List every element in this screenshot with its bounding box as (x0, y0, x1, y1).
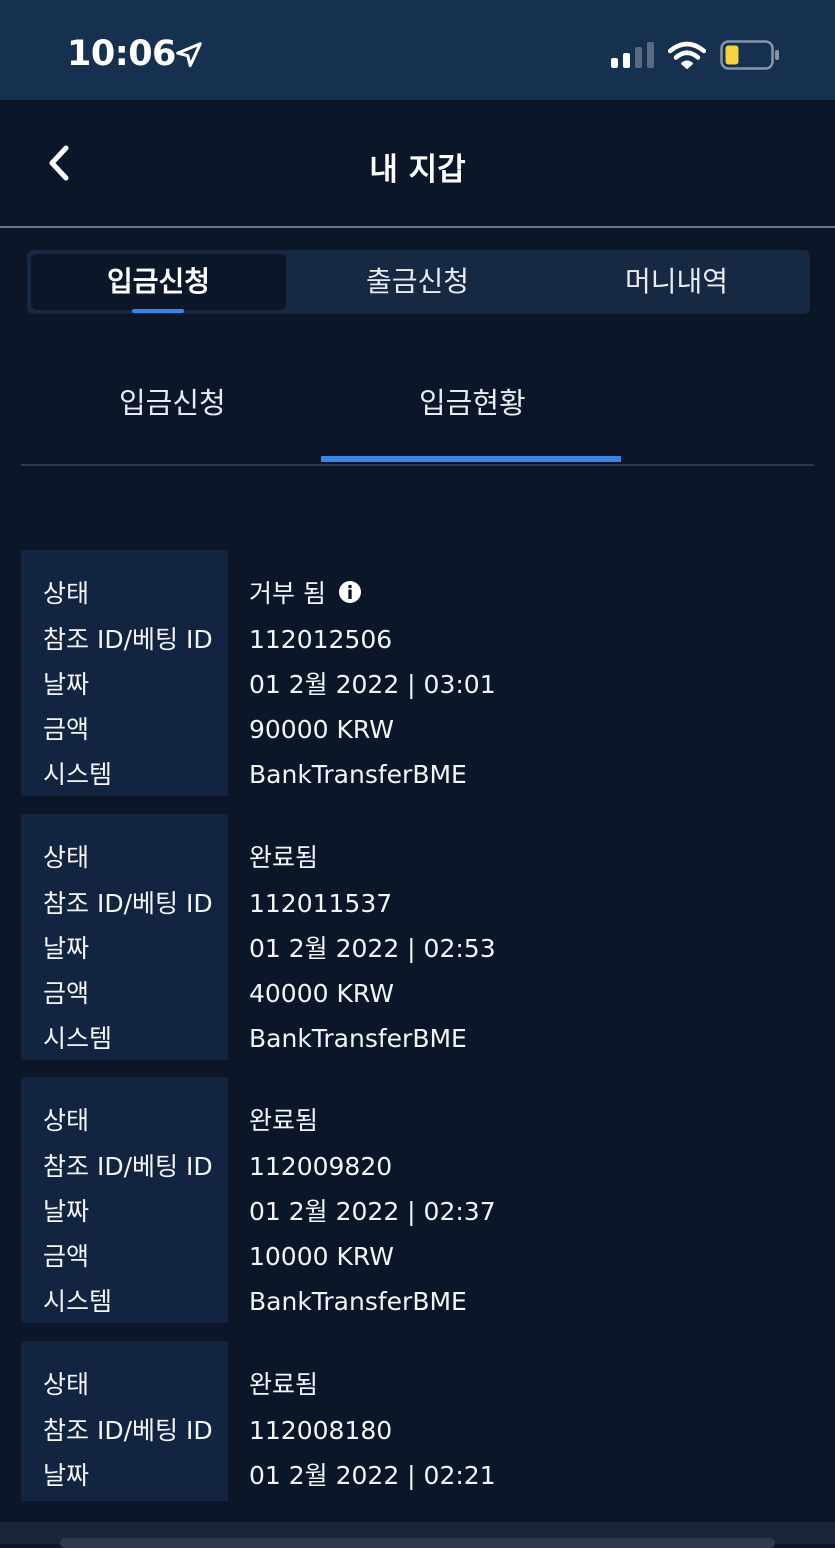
status-label: 상태 (43, 1106, 90, 1135)
cellular-signal-icon (611, 42, 654, 68)
ref-id-value: 112011537 (249, 889, 393, 918)
system-label: 시스템 (43, 760, 113, 789)
system-label: 시스템 (43, 1024, 113, 1053)
deposit-record: 상태 참조 ID/베팅 ID 날짜 금액 시스템 거부 됨 112012506 … (21, 550, 814, 796)
amount-label: 금액 (43, 1242, 90, 1271)
active-tab-underline (132, 309, 184, 313)
wifi-icon (668, 41, 706, 69)
subtab-deposit-status[interactable]: 입금현황 (419, 380, 526, 422)
status-value: 완료됨 (249, 1370, 319, 1399)
status-label: 상태 (43, 579, 90, 608)
date-label: 날짜 (43, 1461, 90, 1490)
status-label: 상태 (43, 1370, 90, 1399)
nav-bar: 내 지갑 (0, 100, 835, 228)
status-bar: 10:06 (0, 0, 835, 100)
ref-id-label: 참조 ID/베팅 ID (43, 625, 213, 654)
status-value: 완료됨 (249, 1106, 319, 1135)
system-value: BankTransferBME (249, 1287, 467, 1316)
subtab-deposit-request[interactable]: 입금신청 (119, 380, 226, 422)
date-value: 01 2월 2022 | 02:53 (249, 934, 496, 963)
status-value: 거부 됨 (249, 579, 326, 608)
info-icon[interactable] (338, 580, 362, 604)
date-value: 01 2월 2022 | 02:37 (249, 1197, 496, 1226)
ref-id-value: 112009820 (249, 1152, 393, 1181)
location-arrow-icon (176, 42, 202, 68)
tab-withdraw-request[interactable]: 출금신청 (290, 254, 545, 310)
tab-label: 출금신청 (365, 265, 470, 298)
page-title: 내 지갑 (369, 152, 466, 188)
wallet-tabs: 입금신청 출금신청 머니내역 (27, 250, 810, 314)
amount-label: 금액 (43, 979, 90, 1008)
date-label: 날짜 (43, 670, 90, 699)
amount-value: 10000 KRW (249, 1242, 394, 1271)
ref-id-value: 112012506 (249, 625, 393, 654)
tab-label: 입금신청 (106, 265, 211, 298)
status-value: 완료됨 (249, 843, 319, 872)
deposit-subtabs: 입금신청 입금현황 (21, 360, 814, 466)
date-value: 01 2월 2022 | 02:21 (249, 1461, 496, 1490)
system-value: BankTransferBME (249, 760, 467, 789)
date-value: 01 2월 2022 | 03:01 (249, 670, 496, 699)
deposit-record: 상태 참조 ID/베팅 ID 날짜 금액 시스템 완료됨 112011537 0… (21, 814, 814, 1060)
ref-id-label: 참조 ID/베팅 ID (43, 889, 213, 918)
tab-label: 머니내역 (624, 265, 729, 298)
date-label: 날짜 (43, 934, 90, 963)
amount-value: 40000 KRW (249, 979, 394, 1008)
status-value-wrap: 거부 됨 (249, 571, 362, 616)
system-value: BankTransferBME (249, 1024, 467, 1053)
ref-id-label: 참조 ID/베팅 ID (43, 1152, 213, 1181)
status-time: 10:06 (67, 34, 176, 74)
bottom-handle (60, 1538, 775, 1548)
status-label: 상태 (43, 843, 90, 872)
amount-value: 90000 KRW (249, 715, 394, 744)
battery-icon (720, 40, 779, 70)
active-subtab-indicator (321, 456, 621, 462)
date-label: 날짜 (43, 1197, 90, 1226)
deposit-record: 상태 참조 ID/베팅 ID 날짜 완료됨 112008180 01 2월 20… (21, 1341, 814, 1501)
ref-id-value: 112008180 (249, 1416, 393, 1445)
tab-deposit-request[interactable]: 입금신청 (31, 254, 286, 313)
system-label: 시스템 (43, 1287, 113, 1316)
amount-label: 금액 (43, 715, 90, 744)
tab-money-history[interactable]: 머니내역 (549, 254, 804, 310)
deposit-record: 상태 참조 ID/베팅 ID 날짜 금액 시스템 완료됨 112009820 0… (21, 1077, 814, 1323)
ref-id-label: 참조 ID/베팅 ID (43, 1416, 213, 1445)
